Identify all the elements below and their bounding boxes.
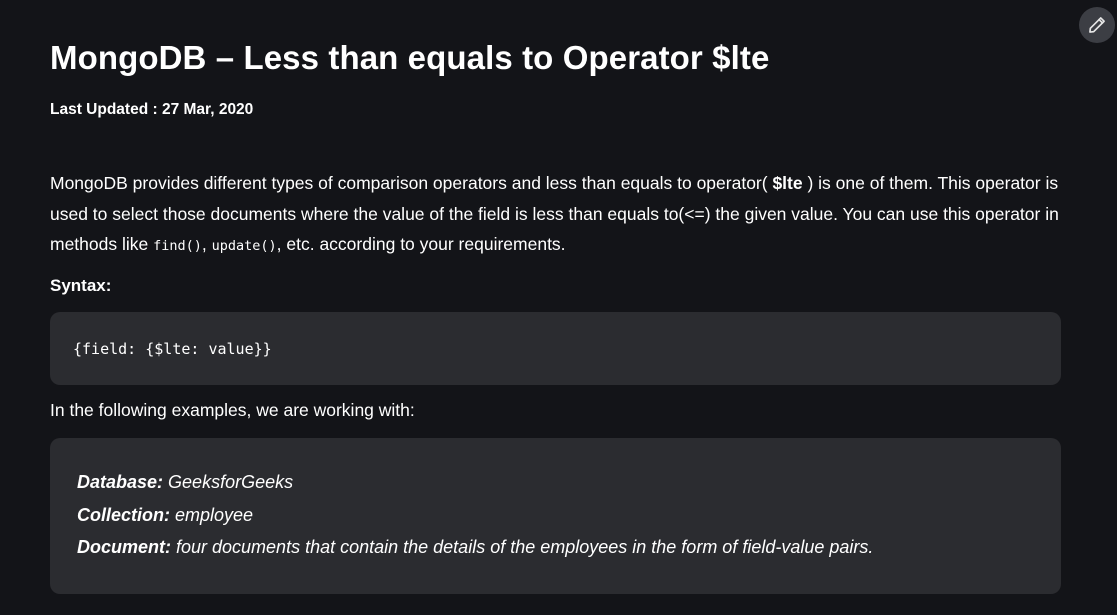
intro-text-1: MongoDB provides different types of comp… bbox=[50, 173, 773, 193]
method-update: update() bbox=[211, 238, 277, 254]
pencil-icon bbox=[1089, 17, 1105, 33]
last-updated: Last Updated : 27 Mar, 2020 bbox=[50, 101, 254, 118]
article-page: MongoDB – Less than equals to Operator $… bbox=[0, 0, 1117, 615]
intro-text-3: , etc. according to your requirements. bbox=[276, 234, 566, 254]
database-value: GeeksforGeeks bbox=[163, 472, 294, 492]
document-line: Document: four documents that contain th… bbox=[77, 531, 1061, 564]
syntax-code: {field: {$lte: value}} bbox=[73, 339, 272, 358]
collection-line: Collection: employee bbox=[77, 499, 1061, 532]
edit-button[interactable] bbox=[1079, 7, 1115, 43]
document-label: Document: bbox=[77, 537, 171, 557]
document-value: four documents that contain the details … bbox=[171, 537, 874, 557]
database-label: Database: bbox=[77, 472, 164, 492]
database-line: Database: GeeksforGeeks bbox=[77, 466, 1061, 499]
operator-name: $lte bbox=[772, 173, 803, 193]
intro-paragraph: MongoDB provides different types of comp… bbox=[50, 168, 1061, 262]
syntax-heading: Syntax: bbox=[50, 276, 112, 295]
syntax-code-block: {field: {$lte: value}} bbox=[50, 312, 1061, 385]
intro-separator: , bbox=[201, 234, 212, 254]
page-title: MongoDB – Less than equals to Operator $… bbox=[50, 39, 770, 76]
method-find: find() bbox=[153, 238, 202, 254]
info-block: Database: GeeksforGeeks Collection: empl… bbox=[50, 438, 1061, 594]
collection-label: Collection: bbox=[77, 504, 170, 525]
working-with-text: In the following examples, we are workin… bbox=[50, 400, 415, 420]
collection-value: employee bbox=[170, 504, 254, 525]
